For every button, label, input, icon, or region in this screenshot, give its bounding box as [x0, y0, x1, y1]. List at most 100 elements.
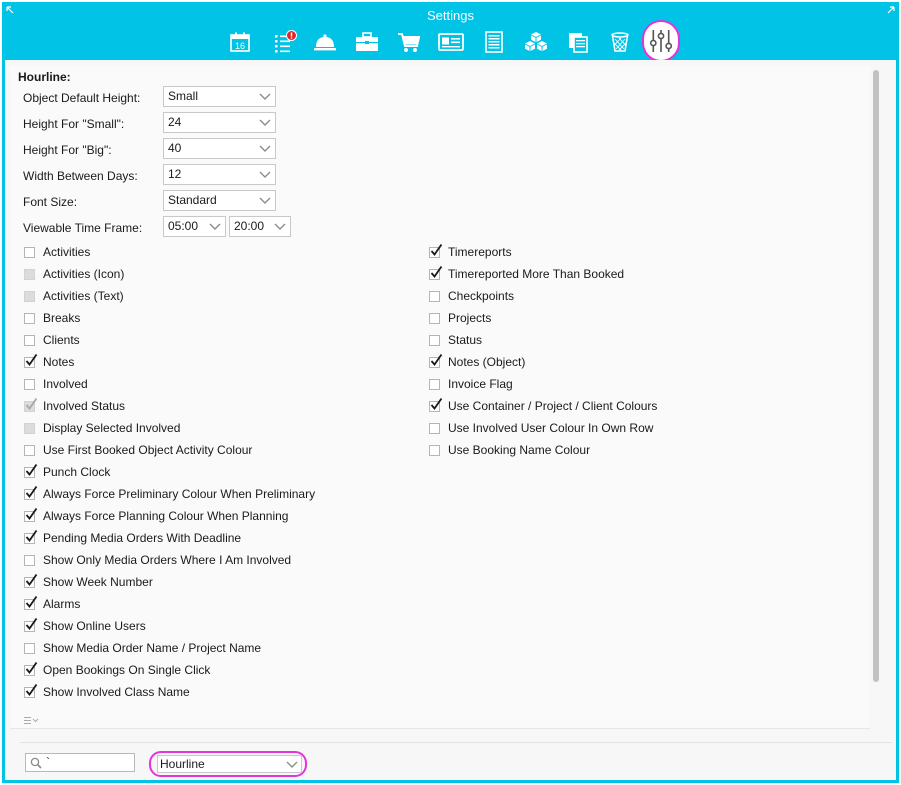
checkbox-row-open-bookings-on-single-click[interactable]: Open Bookings On Single Click: [24, 661, 210, 679]
trash-icon[interactable]: [607, 29, 633, 55]
checkbox-label: Show Online Users: [43, 619, 146, 633]
time-frame-to-select[interactable]: 20:00: [229, 216, 291, 237]
checkbox-row-use-involved-user-colour-in-own-row[interactable]: Use Involved User Colour In Own Row: [429, 419, 653, 437]
checkbox-notes[interactable]: [24, 353, 38, 368]
checkmark-icon: [25, 507, 38, 520]
checkbox-label: Breaks: [43, 311, 81, 325]
vertical-scrollbar[interactable]: [870, 66, 882, 728]
list-options-icon[interactable]: [24, 715, 40, 729]
checkmark-icon: [430, 265, 443, 278]
cubes-icon[interactable]: [523, 29, 549, 55]
checkbox-checkpoints[interactable]: [429, 290, 440, 302]
time-frame-from-select[interactable]: 05:00: [163, 216, 226, 237]
font-size-label: Font Size:: [23, 195, 78, 209]
checkbox-breaks[interactable]: [24, 312, 35, 324]
checkbox-row-timereported-more-than-booked[interactable]: Timereported More Than Booked: [429, 265, 624, 283]
checkbox-use-booking-name-colour[interactable]: [429, 444, 440, 456]
checkbox-label: Involved Status: [43, 399, 126, 413]
search-input[interactable]: `: [25, 753, 135, 772]
copy-pages-icon[interactable]: [565, 29, 591, 55]
footer-divider: [20, 742, 892, 743]
view-select-highlight: Hourline: [149, 751, 307, 777]
checkbox-row-notes-object[interactable]: Notes (Object): [429, 353, 525, 371]
id-card-icon[interactable]: [438, 29, 464, 55]
sliders-icon[interactable]: [642, 20, 680, 62]
checkbox-row-show-only-media-orders-where-i-am-involved[interactable]: Show Only Media Orders Where I Am Involv…: [24, 551, 291, 569]
checkbox-row-notes[interactable]: Notes: [24, 353, 74, 371]
checkbox-timereported-more-than-booked[interactable]: [429, 265, 443, 280]
height-big-select[interactable]: 40: [163, 138, 276, 159]
checkbox-row-display-selected-involved: Display Selected Involved: [24, 419, 180, 437]
checkbox-label: Always Force Planning Colour When Planni…: [43, 509, 289, 523]
width-between-days-select[interactable]: 12: [163, 164, 276, 185]
search-icon: [30, 757, 42, 769]
checkbox-row-checkpoints[interactable]: Checkpoints: [429, 287, 514, 305]
checkbox-use-container-project-client-colours[interactable]: [429, 397, 443, 412]
checkbox-row-use-booking-name-colour[interactable]: Use Booking Name Colour: [429, 441, 590, 459]
checkbox-label: Notes: [43, 355, 75, 369]
checkbox-row-punch-clock[interactable]: Punch Clock: [24, 463, 110, 481]
checkbox-row-alarms[interactable]: Alarms: [24, 595, 80, 613]
checkbox-row-clients[interactable]: Clients: [24, 331, 80, 349]
checkbox-punch-clock[interactable]: [24, 463, 38, 478]
checkbox-row-activities[interactable]: Activities: [24, 243, 90, 261]
checkbox-label: Pending Media Orders With Deadline: [43, 531, 242, 545]
checkbox-row-breaks[interactable]: Breaks: [24, 309, 80, 327]
checkbox-timereports[interactable]: [429, 243, 443, 258]
checkbox-label: Open Bookings On Single Click: [43, 663, 211, 677]
checkbox-clients[interactable]: [24, 334, 35, 346]
checkbox-activities[interactable]: [24, 246, 35, 258]
resize-top-right-icon[interactable]: [887, 6, 895, 14]
checkbox-row-pending-media-orders-with-deadline[interactable]: Pending Media Orders With Deadline: [24, 529, 241, 547]
checkbox-row-projects[interactable]: Projects: [429, 309, 491, 327]
checkbox-notes-object[interactable]: [429, 353, 443, 368]
briefcase-icon[interactable]: [354, 29, 380, 55]
document-lines-icon[interactable]: [481, 29, 507, 55]
checkbox-show-online-users[interactable]: [24, 617, 38, 632]
checkbox-show-involved-class-name[interactable]: [24, 683, 38, 698]
shopping-cart-icon[interactable]: [396, 29, 422, 55]
checkmark-icon: [25, 485, 38, 498]
checkbox-row-always-force-planning-colour-when-planning[interactable]: Always Force Planning Colour When Planni…: [24, 507, 288, 525]
checkbox-show-only-media-orders-where-i-am-involved[interactable]: [24, 554, 35, 566]
checkbox-row-use-first-booked-object-activity-colour[interactable]: Use First Booked Object Activity Colour: [24, 441, 252, 459]
checkbox-row-always-force-preliminary-colour-when-preliminary[interactable]: Always Force Preliminary Colour When Pre…: [24, 485, 315, 503]
checkbox-row-involved[interactable]: Involved: [24, 375, 88, 393]
object-default-height-select[interactable]: Small: [163, 86, 276, 107]
checkbox-activities-icon: [24, 268, 35, 280]
checkbox-always-force-planning-colour-when-planning[interactable]: [24, 507, 38, 522]
scrollbar-thumb[interactable]: [873, 70, 879, 682]
checkbox-always-force-preliminary-colour-when-preliminary[interactable]: [24, 485, 38, 500]
checkbox-row-show-media-order-name-project-name[interactable]: Show Media Order Name / Project Name: [24, 639, 261, 657]
checkbox-show-media-order-name-project-name[interactable]: [24, 642, 35, 654]
checkbox-label: Show Media Order Name / Project Name: [43, 641, 262, 655]
checkbox-use-first-booked-object-activity-colour[interactable]: [24, 444, 35, 456]
checkbox-label: Clients: [43, 333, 80, 347]
checkbox-use-involved-user-colour-in-own-row[interactable]: [429, 422, 440, 434]
calendar-icon[interactable]: 16: [227, 29, 253, 55]
checkbox-row-invoice-flag[interactable]: Invoice Flag: [429, 375, 513, 393]
view-select[interactable]: Hourline: [157, 755, 302, 773]
checkbox-display-selected-involved: [24, 422, 35, 434]
checkbox-row-use-container-project-client-colours[interactable]: Use Container / Project / Client Colours: [429, 397, 657, 415]
checkbox-involved[interactable]: [24, 378, 35, 390]
checkbox-show-week-number[interactable]: [24, 573, 38, 588]
checkbox-row-show-involved-class-name[interactable]: Show Involved Class Name: [24, 683, 190, 701]
service-bell-icon[interactable]: [312, 29, 338, 55]
checkbox-status[interactable]: [429, 334, 440, 346]
checkbox-pending-media-orders-with-deadline[interactable]: [24, 529, 38, 544]
checkbox-invoice-flag[interactable]: [429, 378, 440, 390]
font-size-select[interactable]: Standard: [163, 190, 276, 211]
checkbox-open-bookings-on-single-click[interactable]: [24, 661, 38, 676]
task-list-alert-icon[interactable]: [272, 29, 298, 55]
checkbox-row-status[interactable]: Status: [429, 331, 482, 349]
checkbox-label: Involved: [43, 377, 88, 391]
chevron-down-icon: [259, 197, 271, 204]
height-small-select[interactable]: 24: [163, 112, 276, 133]
resize-top-left-icon[interactable]: [6, 6, 14, 14]
checkbox-row-show-online-users[interactable]: Show Online Users: [24, 617, 146, 635]
checkbox-row-timereports[interactable]: Timereports: [429, 243, 512, 261]
checkbox-projects[interactable]: [429, 312, 440, 324]
checkbox-row-show-week-number[interactable]: Show Week Number: [24, 573, 153, 591]
checkbox-alarms[interactable]: [24, 595, 38, 610]
